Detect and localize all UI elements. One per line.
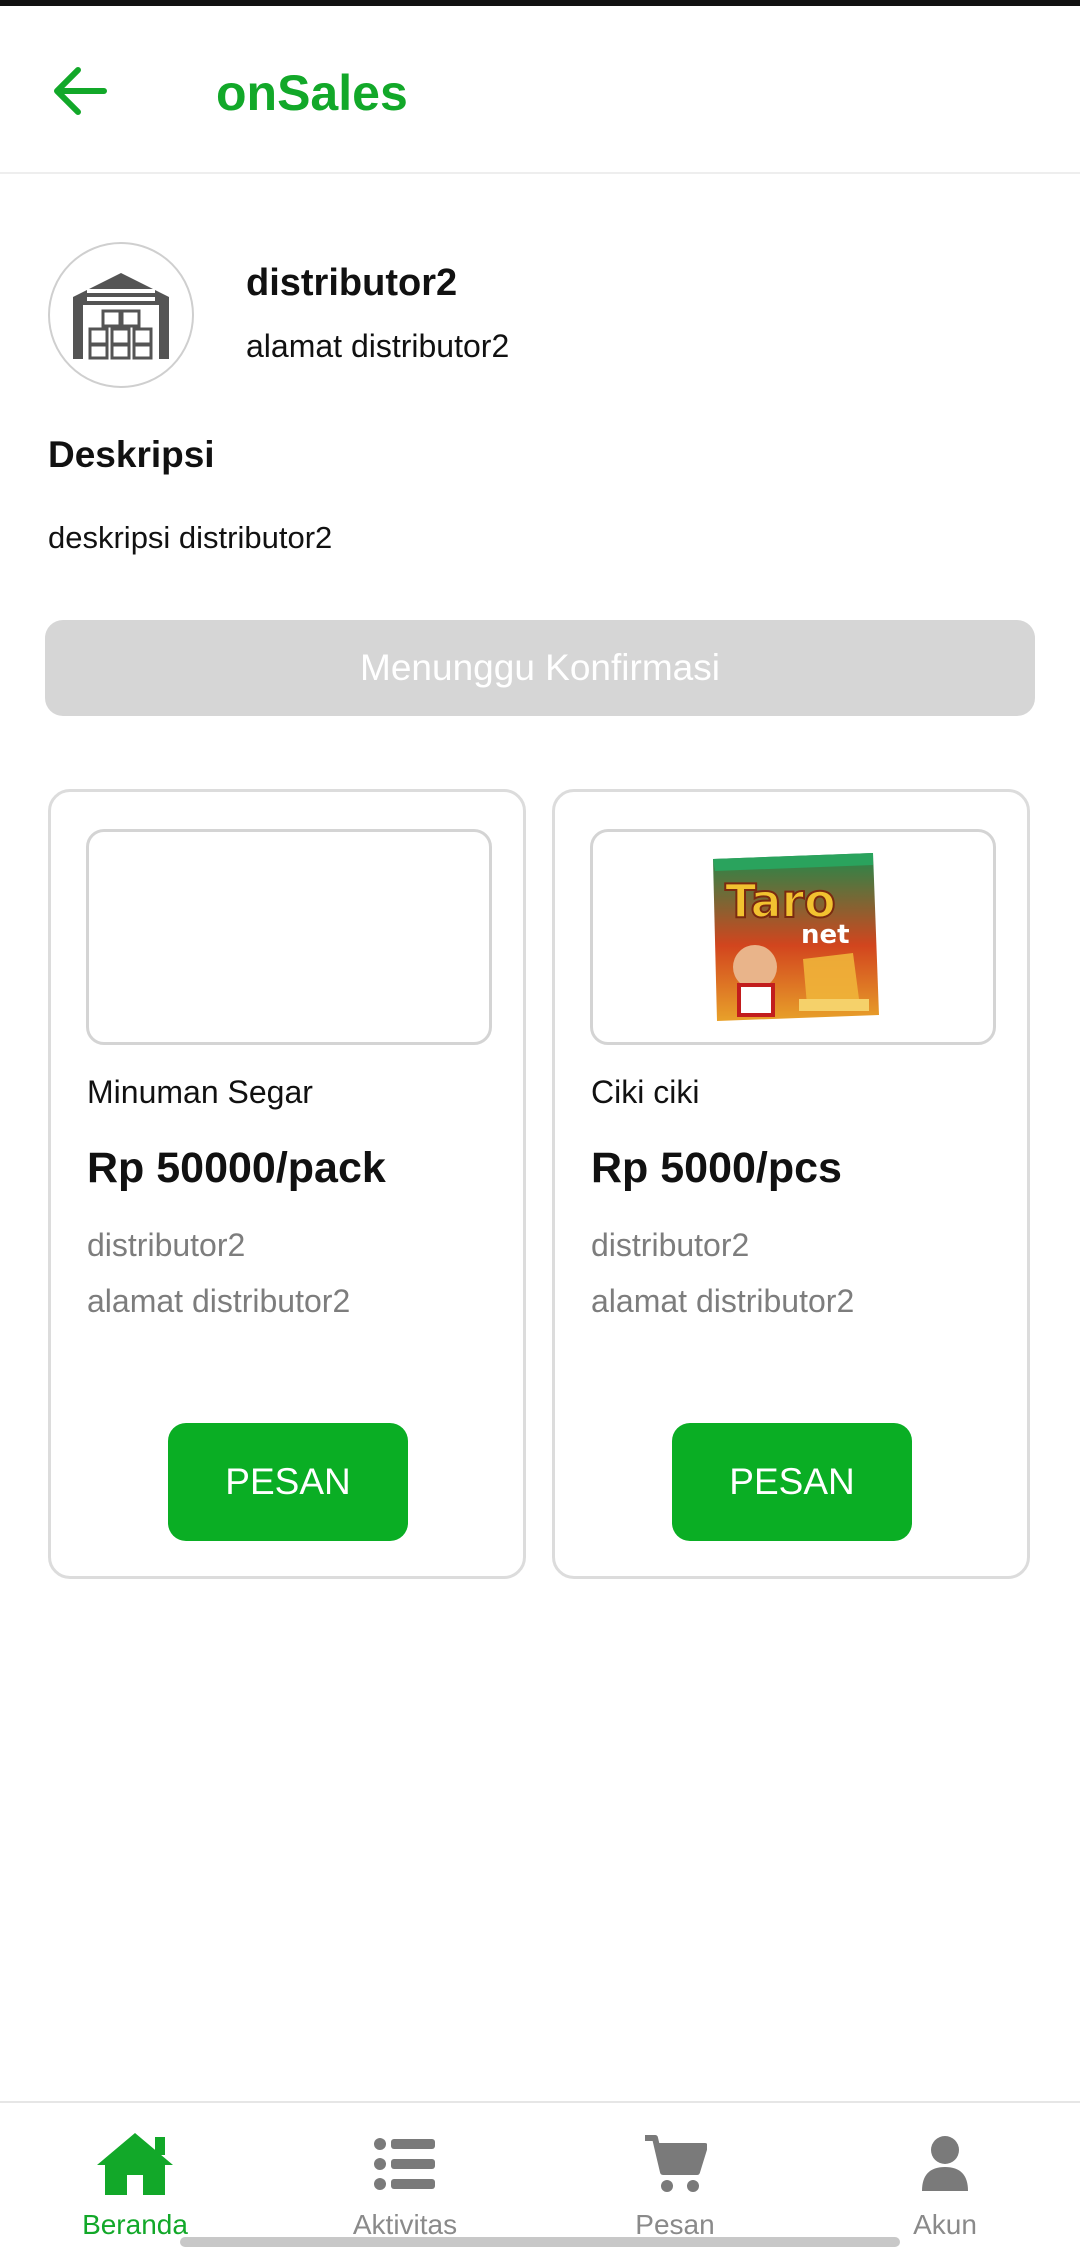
home-indicator[interactable] bbox=[180, 2237, 900, 2247]
product-card[interactable]: Minuman Segar Rp 50000/pack distributor2… bbox=[48, 789, 526, 1579]
product-price: Rp 5000/pcs bbox=[591, 1144, 842, 1192]
warehouse-icon bbox=[73, 273, 169, 360]
distributor-address: alamat distributor2 bbox=[246, 328, 510, 364]
nav-item-beranda[interactable]: Beranda bbox=[0, 2103, 270, 2251]
product-image-placeholder bbox=[86, 829, 492, 1045]
description-text: deskripsi distributor2 bbox=[48, 520, 333, 555]
product-distributor: distributor2 bbox=[87, 1227, 246, 1263]
user-icon bbox=[920, 2129, 970, 2199]
waiting-confirmation-button[interactable]: Menunggu Konfirmasi bbox=[45, 620, 1035, 716]
product-price: Rp 50000/pack bbox=[87, 1144, 386, 1192]
snack-package-image: Taro net bbox=[713, 853, 879, 1021]
svg-text:net: net bbox=[801, 920, 850, 950]
bottom-navigation: Beranda Aktivitas Pesan Akun bbox=[0, 2101, 1080, 2251]
order-button[interactable]: PESAN bbox=[672, 1423, 912, 1541]
product-address: alamat distributor2 bbox=[591, 1283, 855, 1319]
product-distributor: distributor2 bbox=[591, 1227, 750, 1263]
arrow-left-icon bbox=[54, 67, 107, 115]
nav-item-akun[interactable]: Akun bbox=[810, 2103, 1080, 2251]
product-name: Minuman Segar bbox=[87, 1074, 313, 1110]
product-name: Ciki ciki bbox=[591, 1074, 700, 1110]
nav-item-pesan[interactable]: Pesan bbox=[540, 2103, 810, 2251]
product-image: Taro net bbox=[590, 829, 996, 1045]
back-button[interactable] bbox=[44, 56, 114, 126]
product-address: alamat distributor2 bbox=[87, 1283, 351, 1319]
home-icon bbox=[93, 2129, 177, 2199]
list-icon bbox=[373, 2129, 437, 2199]
product-card[interactable]: Taro net Ciki ciki Rp 5000/pcs distribut… bbox=[552, 789, 1030, 1579]
cart-icon bbox=[643, 2129, 707, 2199]
nav-label: Akun bbox=[913, 2209, 977, 2240]
distributor-avatar bbox=[48, 242, 194, 388]
description-heading: Deskripsi bbox=[48, 434, 215, 475]
order-button[interactable]: PESAN bbox=[168, 1423, 408, 1541]
distributor-name: distributor2 bbox=[246, 262, 458, 304]
nav-label: Beranda bbox=[82, 2209, 188, 2240]
app-title: onSales bbox=[216, 65, 408, 121]
app-bar: onSales bbox=[0, 6, 1080, 174]
nav-item-aktivitas[interactable]: Aktivitas bbox=[270, 2103, 540, 2251]
